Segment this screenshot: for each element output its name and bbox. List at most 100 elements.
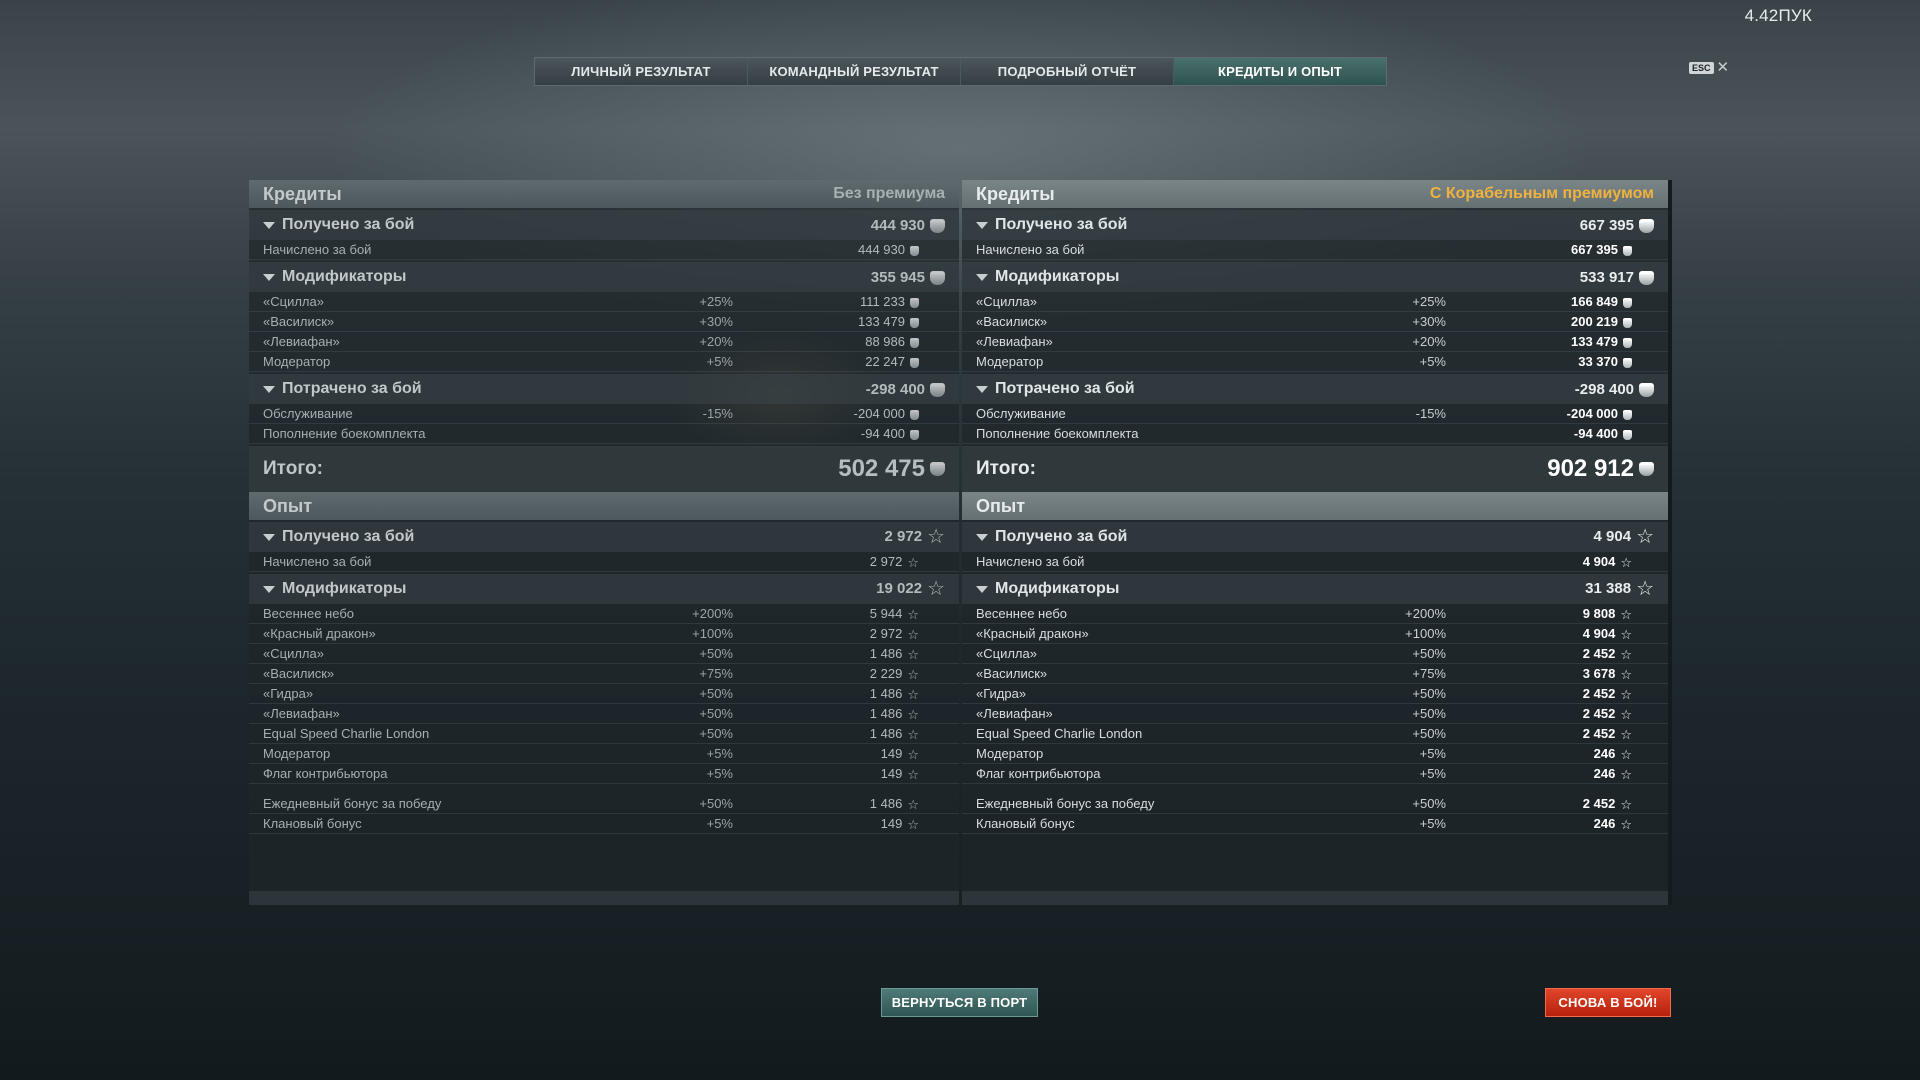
list-item: Модератор +5% 33 370 <box>962 352 1668 372</box>
group-value: 4 904 ☆ <box>1593 526 1654 548</box>
xp-star-icon: ☆ <box>907 667 919 683</box>
credits-total: Итого: 502 475 <box>249 446 959 492</box>
collapse-arrow-icon <box>976 273 988 281</box>
row-value: 88 986 <box>733 334 919 349</box>
xp-earned-group[interactable]: Получено за бой 4 904 ☆ <box>962 522 1668 552</box>
list-item: Equal Speed Charlie London +50% 2 452 ☆ <box>962 724 1668 744</box>
list-item: «Василиск» +30% 200 219 <box>962 312 1668 332</box>
collapse-arrow-icon <box>263 585 275 593</box>
row-label: «Сцилла» <box>976 646 1037 661</box>
xp-modifiers-group[interactable]: Модификаторы 31 388 ☆ <box>962 574 1668 604</box>
group-label: Модификаторы <box>282 580 407 597</box>
list-item: Обслуживание -15% -204 000 <box>962 404 1668 424</box>
collapse-arrow-icon <box>976 585 988 593</box>
row-label: «Левиафан» <box>976 706 1053 721</box>
credits-coin-icon <box>930 382 945 397</box>
account-type-label: С Корабельным премиумом <box>1429 185 1654 202</box>
row-value: 149 ☆ <box>880 745 919 763</box>
xp-star-icon: ☆ <box>907 627 919 643</box>
xp-modifiers-group[interactable]: Модификаторы 19 022 ☆ <box>249 574 959 604</box>
credits-total: Итого: 902 912 <box>962 446 1668 492</box>
battle-again-button[interactable]: СНОВА В БОЙ! <box>1545 988 1671 1017</box>
tab-credits-and-xp[interactable]: КРЕДИТЫ И ОПЫТ <box>1174 58 1386 85</box>
row-value: -94 400 <box>733 426 919 441</box>
credits-modifiers-group[interactable]: Модификаторы 355 945 <box>249 262 959 292</box>
xp-star-icon: ☆ <box>1620 797 1632 813</box>
row-value: 22 247 <box>733 354 919 369</box>
collapse-arrow-icon <box>263 273 275 281</box>
collapse-arrow-icon <box>263 385 275 393</box>
total-label: Итого: <box>976 458 1036 479</box>
list-item: Модератор +5% 246 ☆ <box>962 744 1668 764</box>
list-item: «Левиафан» +50% 2 452 ☆ <box>962 704 1668 724</box>
row-value: 2 452 ☆ <box>1582 685 1632 703</box>
list-item: Флаг контрибьютора +5% 246 ☆ <box>962 764 1668 784</box>
credits-earned-group[interactable]: Получено за бой 667 395 <box>962 210 1668 240</box>
row-percent: +5% <box>706 354 733 369</box>
row-value: 9 808 ☆ <box>1582 605 1632 623</box>
xp-star-icon: ☆ <box>1620 667 1632 683</box>
list-item: «Гидра» +50% 2 452 ☆ <box>962 684 1668 704</box>
credits-coin-icon <box>930 270 945 285</box>
xp-star-icon: ☆ <box>907 727 919 743</box>
xp-earned-group[interactable]: Получено за бой 2 972 ☆ <box>249 522 959 552</box>
group-value: 667 395 <box>1514 217 1654 234</box>
xp-header: Опыт <box>962 492 1668 520</box>
list-item: Весеннее небо +200% 5 944 ☆ <box>249 604 959 624</box>
row-percent: +50% <box>1412 686 1446 701</box>
row-value: 33 370 <box>1446 354 1632 369</box>
list-item: «Сцилла» +25% 166 849 <box>962 292 1668 312</box>
row-percent: +75% <box>699 666 733 681</box>
row-value: 1 486 ☆ <box>869 645 919 663</box>
row-percent: +25% <box>699 294 733 309</box>
tab-detailed-report[interactable]: ПОДРОБНЫЙ ОТЧЁТ <box>961 58 1174 85</box>
list-item: Пополнение боекомплекта -94 400 <box>249 424 959 444</box>
credits-coin-icon <box>1639 382 1654 397</box>
row-value: 2 972 ☆ <box>869 553 919 571</box>
credits-earned-group[interactable]: Получено за бой 444 930 <box>249 210 959 240</box>
collapse-arrow-icon <box>976 533 988 541</box>
row-value: 667 395 <box>1446 242 1632 257</box>
row-percent: +5% <box>1419 354 1446 369</box>
row-label: Модератор <box>976 354 1044 369</box>
esc-key-label: ESC <box>1689 61 1714 74</box>
xp-title: Опыт <box>976 495 1026 516</box>
collapse-arrow-icon <box>263 533 275 541</box>
xp-star-icon: ☆ <box>907 767 919 783</box>
group-value: -298 400 <box>805 381 945 398</box>
xp-star-icon: ☆ <box>1620 687 1632 703</box>
credits-spent-group[interactable]: Потрачено за бой -298 400 <box>962 374 1668 404</box>
list-item: Модератор +5% 22 247 <box>249 352 959 372</box>
row-percent: +50% <box>1412 726 1446 741</box>
list-item: «Гидра» +50% 1 486 ☆ <box>249 684 959 704</box>
credits-coin-icon <box>1623 357 1632 368</box>
group-value: 533 917 <box>1514 269 1654 286</box>
row-label: «Сцилла» <box>263 294 324 309</box>
list-item: Начислено за бой 2 972 ☆ <box>249 552 959 572</box>
credits-coin-icon <box>1623 409 1632 420</box>
row-value: 3 678 ☆ <box>1582 665 1632 683</box>
group-value: 444 930 <box>805 217 945 234</box>
list-item: Весеннее небо +200% 9 808 ☆ <box>962 604 1668 624</box>
xp-star-icon: ☆ <box>907 687 919 703</box>
list-item: Модератор +5% 149 ☆ <box>249 744 959 764</box>
list-item: «Красный дракон» +100% 2 972 ☆ <box>249 624 959 644</box>
row-value: 1 486 ☆ <box>869 705 919 723</box>
credits-modifiers-group[interactable]: Модификаторы 533 917 <box>962 262 1668 292</box>
row-label: «Гидра» <box>263 686 314 701</box>
return-to-port-button[interactable]: ВЕРНУТЬСЯ В ПОРТ <box>881 988 1038 1017</box>
row-label: «Левиафан» <box>976 334 1053 349</box>
row-value: 1 486 ☆ <box>869 685 919 703</box>
tab-personal-result[interactable]: ЛИЧНЫЙ РЕЗУЛЬТАТ <box>535 58 748 85</box>
credits-spent-group[interactable]: Потрачено за бой -298 400 <box>249 374 959 404</box>
esc-close-button[interactable]: ESC ✕ <box>1689 60 1729 75</box>
row-percent: +30% <box>699 314 733 329</box>
group-value: 2 972 ☆ <box>884 526 945 548</box>
row-percent: +25% <box>1412 294 1446 309</box>
row-percent: +100% <box>1405 626 1446 641</box>
credits-title: Кредиты <box>263 183 342 204</box>
tab-team-result[interactable]: КОМАНДНЫЙ РЕЗУЛЬТАТ <box>748 58 961 85</box>
row-value: 2 452 ☆ <box>1582 725 1632 743</box>
